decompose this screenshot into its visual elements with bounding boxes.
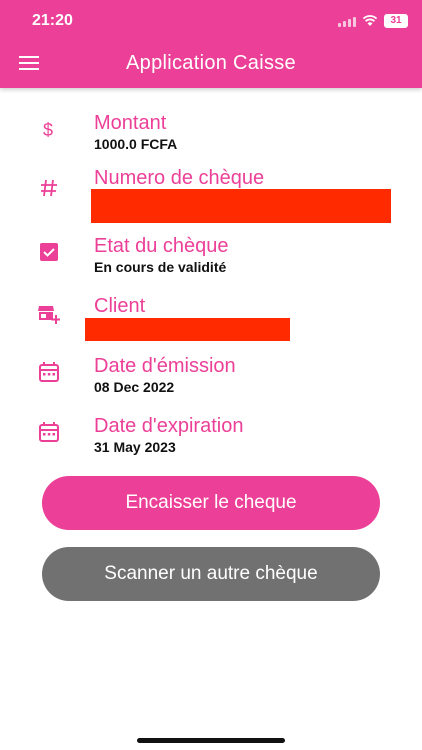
status-icons: 31 xyxy=(338,12,408,30)
field-label: Date d'expiration xyxy=(94,415,244,437)
field-label: Montant xyxy=(94,112,167,134)
app-bar: 21:20 31 Application Caisse xyxy=(0,0,422,88)
encaisser-button[interactable]: Encaisser le cheque xyxy=(42,476,380,530)
dollar-icon: $ xyxy=(43,120,53,140)
hash-icon xyxy=(41,179,57,197)
field-label: Date d'émission xyxy=(94,355,236,377)
svg-text:$: $ xyxy=(43,120,53,140)
field-value: 1000.0 FCFA xyxy=(94,136,178,152)
status-time: 21:20 xyxy=(32,12,73,29)
store-add-icon xyxy=(38,306,60,324)
calendar-icon xyxy=(39,362,59,382)
redacted-value xyxy=(85,318,290,341)
scanner-button[interactable]: Scanner un autre chèque xyxy=(42,547,380,601)
redacted-value xyxy=(91,189,391,223)
field-value: En cours de validité xyxy=(94,259,227,275)
calendar-icon xyxy=(39,422,59,442)
wifi-icon xyxy=(362,15,378,26)
page-title: Application Caisse xyxy=(126,52,296,74)
field-label: Etat du chèque xyxy=(94,235,229,257)
field-label: Client xyxy=(94,295,146,317)
field-value: 31 May 2023 xyxy=(94,439,176,455)
field-value: 08 Dec 2022 xyxy=(94,379,175,395)
signal-icon xyxy=(338,15,356,27)
field-label: Numero de chèque xyxy=(94,167,265,189)
battery-icon: 31 xyxy=(384,14,408,28)
home-indicator[interactable] xyxy=(137,738,285,743)
checkbox-icon xyxy=(40,243,58,261)
